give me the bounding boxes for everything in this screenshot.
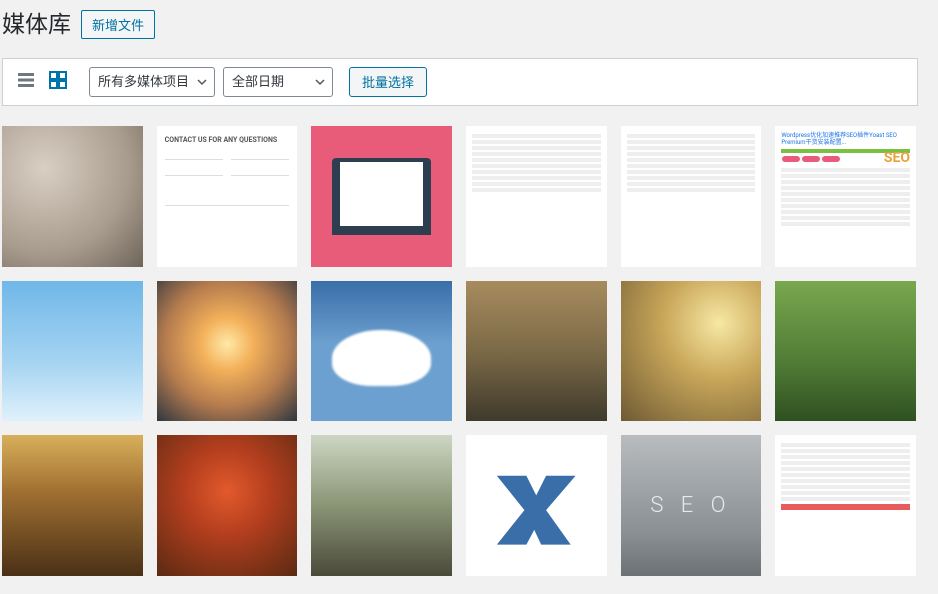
bulk-select-button[interactable]: 批量选择 [349,67,427,97]
media-item-tropical-island[interactable] [2,281,143,422]
media-item-seo-laptop[interactable]: S E O [621,435,762,576]
thumbnail [2,126,143,267]
media-item-lone-tree-sunrise[interactable] [621,281,762,422]
thumbnail [311,126,452,267]
media-item-yoast-settings-2[interactable] [621,126,762,267]
media-item-seo-plugin-article[interactable]: Wordpress优化加速推荐SEO插件Yoast SEO Premium干货安… [775,126,916,267]
media-item-tablet-analytics[interactable] [2,126,143,267]
thumbnail: CONTACT US FOR ANY QUESTIONS [157,126,298,267]
page-header: 媒体库 新增文件 [2,10,918,40]
thumbnail: Wordpress优化加速推荐SEO插件Yoast SEO Premium干货安… [775,126,916,267]
thumbnail [157,281,298,422]
thumbnail [2,281,143,422]
media-item-cumulus-clouds[interactable] [311,281,452,422]
media-item-contact-form[interactable]: CONTACT US FOR ANY QUESTIONS [157,126,298,267]
page-title: 媒体库 [2,10,71,40]
thumbnail [157,435,298,576]
media-item-forest-path[interactable] [2,435,143,576]
thumbnail [466,281,607,422]
thumbnail [621,126,762,267]
media-item-mountain-valley[interactable] [466,281,607,422]
add-new-button[interactable]: 新增文件 [81,10,155,39]
view-switch [11,67,73,97]
media-grid: CONTACT US FOR ANY QUESTIONS Wordpress优化加… [2,126,918,576]
view-grid-button[interactable] [43,67,73,97]
thumbnail [775,435,916,576]
media-item-autumn-trees[interactable] [157,435,298,576]
thumbnail [2,435,143,576]
media-toolbar: 所有多媒体项目 全部日期 批量选择 [2,58,918,106]
media-item-lake-sunset[interactable] [157,281,298,422]
list-icon [16,70,36,93]
thumbnail [466,435,607,576]
thumbnail [311,435,452,576]
media-item-yoast-settings-1[interactable] [466,126,607,267]
thumbnail [621,281,762,422]
media-item-railroad-tracks[interactable] [311,435,452,576]
media-item-green-hills[interactable] [775,281,916,422]
media-item-x-logo-pixelated[interactable] [466,435,607,576]
thumbnail [311,281,452,422]
grid-icon [48,70,68,93]
view-list-button[interactable] [11,67,41,97]
thumbnail: S E O [621,435,762,576]
date-filter[interactable]: 全部日期 [223,67,333,97]
thumbnail [775,281,916,422]
media-item-resume-illustration[interactable] [311,126,452,267]
media-type-filter[interactable]: 所有多媒体项目 [89,67,215,97]
thumbnail [466,126,607,267]
media-item-google-serp[interactable] [775,435,916,576]
